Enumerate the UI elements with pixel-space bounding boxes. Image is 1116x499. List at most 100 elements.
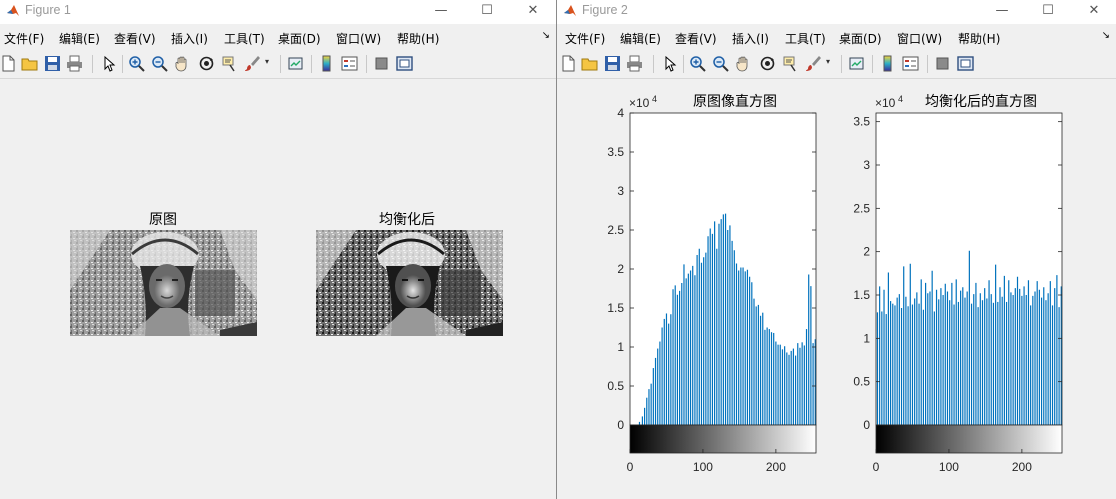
histogram-charts: 00.511.522.533.54×10 4 原图像直方图0 100 20000.511…	[607, 93, 1063, 474]
data-cursor-icon[interactable]	[221, 55, 238, 72]
zoom-in-icon[interactable]	[689, 55, 706, 72]
menu-help[interactable]: 帮助(H)	[397, 30, 439, 47]
y-tick-label: 2.5	[607, 223, 624, 237]
matlab-logo-icon	[7, 5, 19, 16]
x-tick-label: 200	[766, 460, 786, 474]
gray-colorbar	[875, 424, 1063, 454]
y-tick-label: 4	[617, 106, 624, 120]
data-cursor-icon[interactable]	[782, 55, 799, 72]
brush-icon[interactable]	[244, 55, 261, 72]
new-file-icon[interactable]	[0, 55, 17, 72]
zoom-out-icon[interactable]	[151, 55, 168, 72]
close-button[interactable]: ✕	[511, 0, 555, 20]
maximize-button[interactable]: ☐	[1026, 0, 1070, 20]
y-exponent-power: 4	[652, 94, 657, 104]
minimize-button[interactable]: —	[419, 0, 463, 20]
pan-hand-icon[interactable]	[735, 55, 752, 72]
brush-icon[interactable]	[805, 55, 822, 72]
minimize-button[interactable]: —	[980, 0, 1024, 20]
brush-dropdown-icon[interactable]: ▾	[826, 57, 833, 74]
rotate-3d-icon[interactable]	[759, 55, 776, 72]
x-tick-label: 0	[627, 460, 634, 474]
link-plot-icon[interactable]	[848, 55, 865, 72]
menu-view[interactable]: 查看(V)	[114, 30, 156, 47]
x-tick-label: 100	[939, 460, 959, 474]
menu-help[interactable]: 帮助(H)	[958, 30, 1000, 47]
toolbar-separator	[653, 55, 654, 73]
print-icon[interactable]	[66, 55, 83, 72]
menu-desktop[interactable]: 桌面(D)	[839, 30, 882, 47]
x-tick-label: 100	[693, 460, 713, 474]
pan-hand-icon[interactable]	[174, 55, 191, 72]
save-icon[interactable]	[44, 55, 61, 72]
y-tick-label: 3.5	[607, 145, 624, 159]
y-exponent-label: ×10	[875, 96, 896, 110]
y-tick-label: 3	[863, 158, 870, 172]
open-folder-icon[interactable]	[581, 55, 598, 72]
menu-bar: 文件(F) 编辑(E) 查看(V) 插入(I) 工具(T) 桌面(D) 窗口(W…	[0, 26, 556, 48]
y-exponent-power: 4	[898, 94, 903, 104]
menu-bar: 文件(F) 编辑(E) 查看(V) 插入(I) 工具(T) 桌面(D) 窗口(W…	[557, 26, 1116, 48]
maximize-button[interactable]: ☐	[465, 0, 509, 20]
menu-edit[interactable]: 编辑(E)	[620, 30, 661, 47]
close-button[interactable]: ✕	[1072, 0, 1116, 20]
legend-icon[interactable]	[341, 55, 358, 72]
y-tick-label: 1.5	[607, 301, 624, 315]
title-bar[interactable]: Figure 1 — ☐ ✕	[0, 0, 556, 24]
menu-dock-arrow-icon[interactable]: ↘	[542, 30, 550, 41]
toolbar-separator	[280, 55, 281, 73]
save-icon[interactable]	[604, 55, 621, 72]
open-folder-icon[interactable]	[21, 55, 38, 72]
colorbar-icon[interactable]	[879, 55, 896, 72]
equalized-image-title: 均衡化后	[379, 212, 435, 228]
equalized-image	[316, 230, 503, 336]
toolbar-separator	[927, 55, 928, 73]
new-file-icon[interactable]	[560, 55, 577, 72]
menu-window[interactable]: 窗口(W)	[336, 30, 381, 47]
menu-file[interactable]: 文件(F)	[4, 30, 44, 47]
menu-view[interactable]: 查看(V)	[675, 30, 717, 47]
y-tick-label: 0	[617, 418, 624, 432]
menu-insert[interactable]: 插入(I)	[732, 30, 769, 47]
y-tick-label: 0	[863, 418, 870, 432]
y-tick-label: 1.5	[853, 288, 870, 302]
show-plot-tools-icon[interactable]	[957, 55, 974, 72]
figure-1-window: Figure 1 — ☐ ✕ 文件(F) 编辑(E) 查看(V) 插入(I) 工…	[0, 0, 556, 499]
y-tick-label: 1	[617, 340, 624, 354]
y-tick-label: 2.5	[853, 201, 870, 215]
hide-plot-tools-icon[interactable]	[934, 55, 951, 72]
arrow-pointer-icon[interactable]	[100, 55, 117, 72]
menu-insert[interactable]: 插入(I)	[171, 30, 208, 47]
chart-title: 原图像直方图	[693, 93, 777, 110]
legend-icon[interactable]	[902, 55, 919, 72]
menu-dock-arrow-icon[interactable]: ↘	[1102, 30, 1110, 41]
menu-edit[interactable]: 编辑(E)	[59, 30, 100, 47]
original-image-title: 原图	[149, 212, 177, 228]
menu-window[interactable]: 窗口(W)	[897, 30, 942, 47]
window-title: Figure 2	[582, 3, 628, 17]
arrow-pointer-icon[interactable]	[661, 55, 678, 72]
print-icon[interactable]	[626, 55, 643, 72]
histogram-1: 00.511.522.533.54×10 4 原图像直方图0 100 200	[607, 93, 817, 474]
zoom-out-icon[interactable]	[712, 55, 729, 72]
figure-canvas: 0 0.5 1 1.5 2 2.5 3 3.5 4 ×10 4 原图像直方图 0 100 200 0 0.5 1 1…	[557, 79, 1116, 499]
y-tick-label: 1	[863, 331, 870, 345]
brush-dropdown-icon[interactable]: ▾	[265, 57, 272, 74]
toolbar-separator	[841, 55, 842, 73]
hide-plot-tools-icon[interactable]	[373, 55, 390, 72]
y-tick-label: 3.5	[853, 115, 870, 129]
y-exponent-label: ×10	[629, 96, 650, 110]
y-tick-label: 3	[617, 184, 624, 198]
zoom-in-icon[interactable]	[128, 55, 145, 72]
figure-canvas: 原图 均衡化后	[0, 79, 556, 499]
menu-file[interactable]: 文件(F)	[565, 30, 605, 47]
toolbar-separator	[92, 55, 93, 73]
menu-desktop[interactable]: 桌面(D)	[278, 30, 321, 47]
menu-tools[interactable]: 工具(T)	[785, 30, 826, 47]
menu-tools[interactable]: 工具(T)	[224, 30, 265, 47]
rotate-3d-icon[interactable]	[198, 55, 215, 72]
colorbar-icon[interactable]	[318, 55, 335, 72]
show-plot-tools-icon[interactable]	[396, 55, 413, 72]
title-bar[interactable]: Figure 2 — ☐ ✕	[557, 0, 1116, 24]
link-plot-icon[interactable]	[287, 55, 304, 72]
